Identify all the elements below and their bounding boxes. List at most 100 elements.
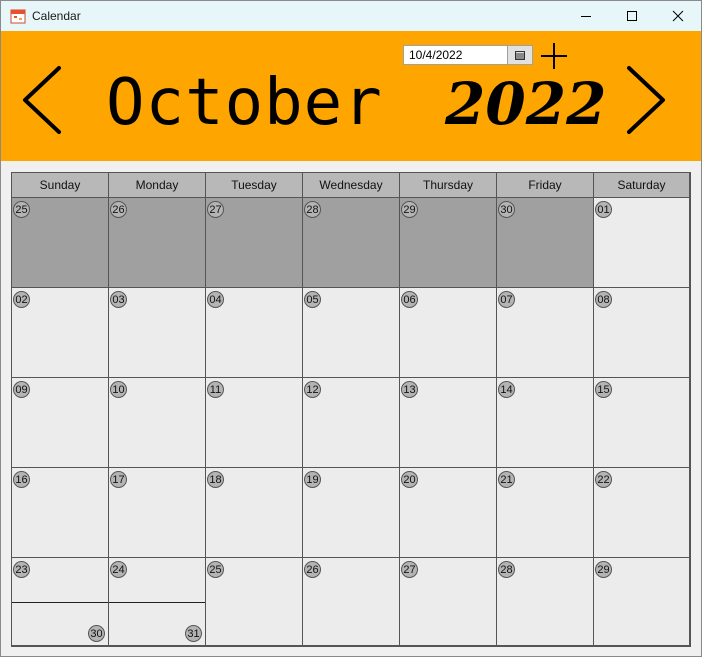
- next-month-chevron-icon[interactable]: [623, 64, 669, 136]
- day-number: 28: [498, 561, 515, 578]
- add-event-plus-icon[interactable]: [539, 41, 569, 71]
- day-number: 26: [304, 561, 321, 578]
- day-cell[interactable]: 06: [400, 288, 497, 378]
- day-cell[interactable]: 19: [303, 468, 400, 558]
- day-cell[interactable]: 25: [12, 198, 109, 288]
- day-cell[interactable]: 29: [400, 198, 497, 288]
- weekday-header: Tuesday: [206, 173, 303, 198]
- day-number: 15: [595, 381, 612, 398]
- day-cell[interactable]: 14: [497, 378, 594, 468]
- day-cell[interactable]: 22: [594, 468, 690, 558]
- day-cell[interactable]: 18: [206, 468, 303, 558]
- weekday-header: Sunday: [12, 173, 109, 198]
- day-cell[interactable]: 11: [206, 378, 303, 468]
- minimize-button[interactable]: [563, 1, 609, 31]
- day-number: 26: [110, 201, 127, 218]
- date-picker[interactable]: [403, 45, 533, 65]
- day-cell[interactable]: 07: [497, 288, 594, 378]
- day-number: 28: [304, 201, 321, 218]
- day-cell[interactable]: 21: [497, 468, 594, 558]
- weekday-header: Monday: [109, 173, 206, 198]
- day-cell[interactable]: 12: [303, 378, 400, 468]
- day-number: 21: [498, 471, 515, 488]
- title-bar[interactable]: Calendar: [1, 1, 701, 31]
- day-number: 18: [207, 471, 224, 488]
- day-cell[interactable]: 26: [109, 198, 206, 288]
- day-number: 09: [13, 381, 30, 398]
- day-cell[interactable]: 08: [594, 288, 690, 378]
- day-number: 30: [498, 201, 515, 218]
- day-cell[interactable]: 27: [206, 198, 303, 288]
- minimize-icon: [581, 16, 591, 17]
- day-number: 29: [401, 201, 418, 218]
- day-number: 27: [401, 561, 418, 578]
- day-number: 19: [304, 471, 321, 488]
- day-cell[interactable]: 04: [206, 288, 303, 378]
- day-cell[interactable]: 26: [303, 558, 400, 646]
- date-input[interactable]: [406, 46, 509, 64]
- day-cell[interactable]: 10: [109, 378, 206, 468]
- weekday-header: Wednesday: [303, 173, 400, 198]
- day-number: 17: [110, 471, 127, 488]
- day-number: 13: [401, 381, 418, 398]
- day-cell[interactable]: 15: [594, 378, 690, 468]
- day-number: 10: [110, 381, 127, 398]
- day-number: 01: [595, 201, 612, 218]
- day-cell[interactable]: 16: [12, 468, 109, 558]
- day-number: 03: [110, 291, 127, 308]
- close-button[interactable]: [655, 1, 701, 31]
- day-number: 25: [207, 561, 224, 578]
- weekday-header: Thursday: [400, 173, 497, 198]
- day-number: 11: [207, 381, 224, 398]
- day-number: 14: [498, 381, 515, 398]
- day-number: 06: [401, 291, 418, 308]
- day-cell[interactable]: 03: [109, 288, 206, 378]
- calendar-window: Calendar October 2022 10/4/2022 Sunday M…: [0, 0, 702, 657]
- year-label: 2022: [445, 70, 607, 138]
- maximize-icon: [627, 11, 637, 21]
- split-divider: [109, 602, 205, 603]
- calendar-grid: Sunday Monday Tuesday Wednesday Thursday Frid…: [11, 172, 691, 647]
- month-name: October: [106, 66, 383, 140]
- day-number: 12: [304, 381, 321, 398]
- day-cell[interactable]: 20: [400, 468, 497, 558]
- maximize-button[interactable]: [609, 1, 655, 31]
- calendar-dropdown-icon: [515, 50, 525, 60]
- day-cell[interactable]: 13: [400, 378, 497, 468]
- day-number: 24: [110, 561, 127, 578]
- month-banner: October 2022: [1, 31, 701, 161]
- day-cell[interactable]: 23 30: [12, 558, 109, 646]
- weekday-header: Friday: [497, 173, 594, 198]
- day-cell[interactable]: 24 31: [109, 558, 206, 646]
- day-cell[interactable]: 05: [303, 288, 400, 378]
- day-cell[interactable]: 27: [400, 558, 497, 646]
- calendar-app-icon: [10, 9, 26, 24]
- previous-month-chevron-icon[interactable]: [19, 64, 65, 136]
- day-cell[interactable]: 28: [497, 558, 594, 646]
- day-cell[interactable]: 01: [594, 198, 690, 288]
- weekday-header: Saturday: [594, 173, 690, 198]
- split-divider: [12, 602, 108, 603]
- day-number: 22: [595, 471, 612, 488]
- day-number: 23: [13, 561, 30, 578]
- day-cell[interactable]: 17: [109, 468, 206, 558]
- day-number: 27: [207, 201, 224, 218]
- day-cell[interactable]: 29: [594, 558, 690, 646]
- day-number: 02: [13, 291, 30, 308]
- day-number: 08: [595, 291, 612, 308]
- day-number: 16: [13, 471, 30, 488]
- window-title: Calendar: [32, 9, 81, 23]
- day-cell[interactable]: 09: [12, 378, 109, 468]
- day-cell[interactable]: 02: [12, 288, 109, 378]
- day-number: 25: [13, 201, 30, 218]
- day-number: 20: [401, 471, 418, 488]
- day-number: 31: [185, 625, 202, 642]
- close-icon: [672, 10, 684, 22]
- day-cell[interactable]: 30: [497, 198, 594, 288]
- day-number: 05: [304, 291, 321, 308]
- day-cell[interactable]: 28: [303, 198, 400, 288]
- day-number: 07: [498, 291, 515, 308]
- day-cell[interactable]: 25: [206, 558, 303, 646]
- day-number: 04: [207, 291, 224, 308]
- date-picker-button[interactable]: [507, 46, 532, 64]
